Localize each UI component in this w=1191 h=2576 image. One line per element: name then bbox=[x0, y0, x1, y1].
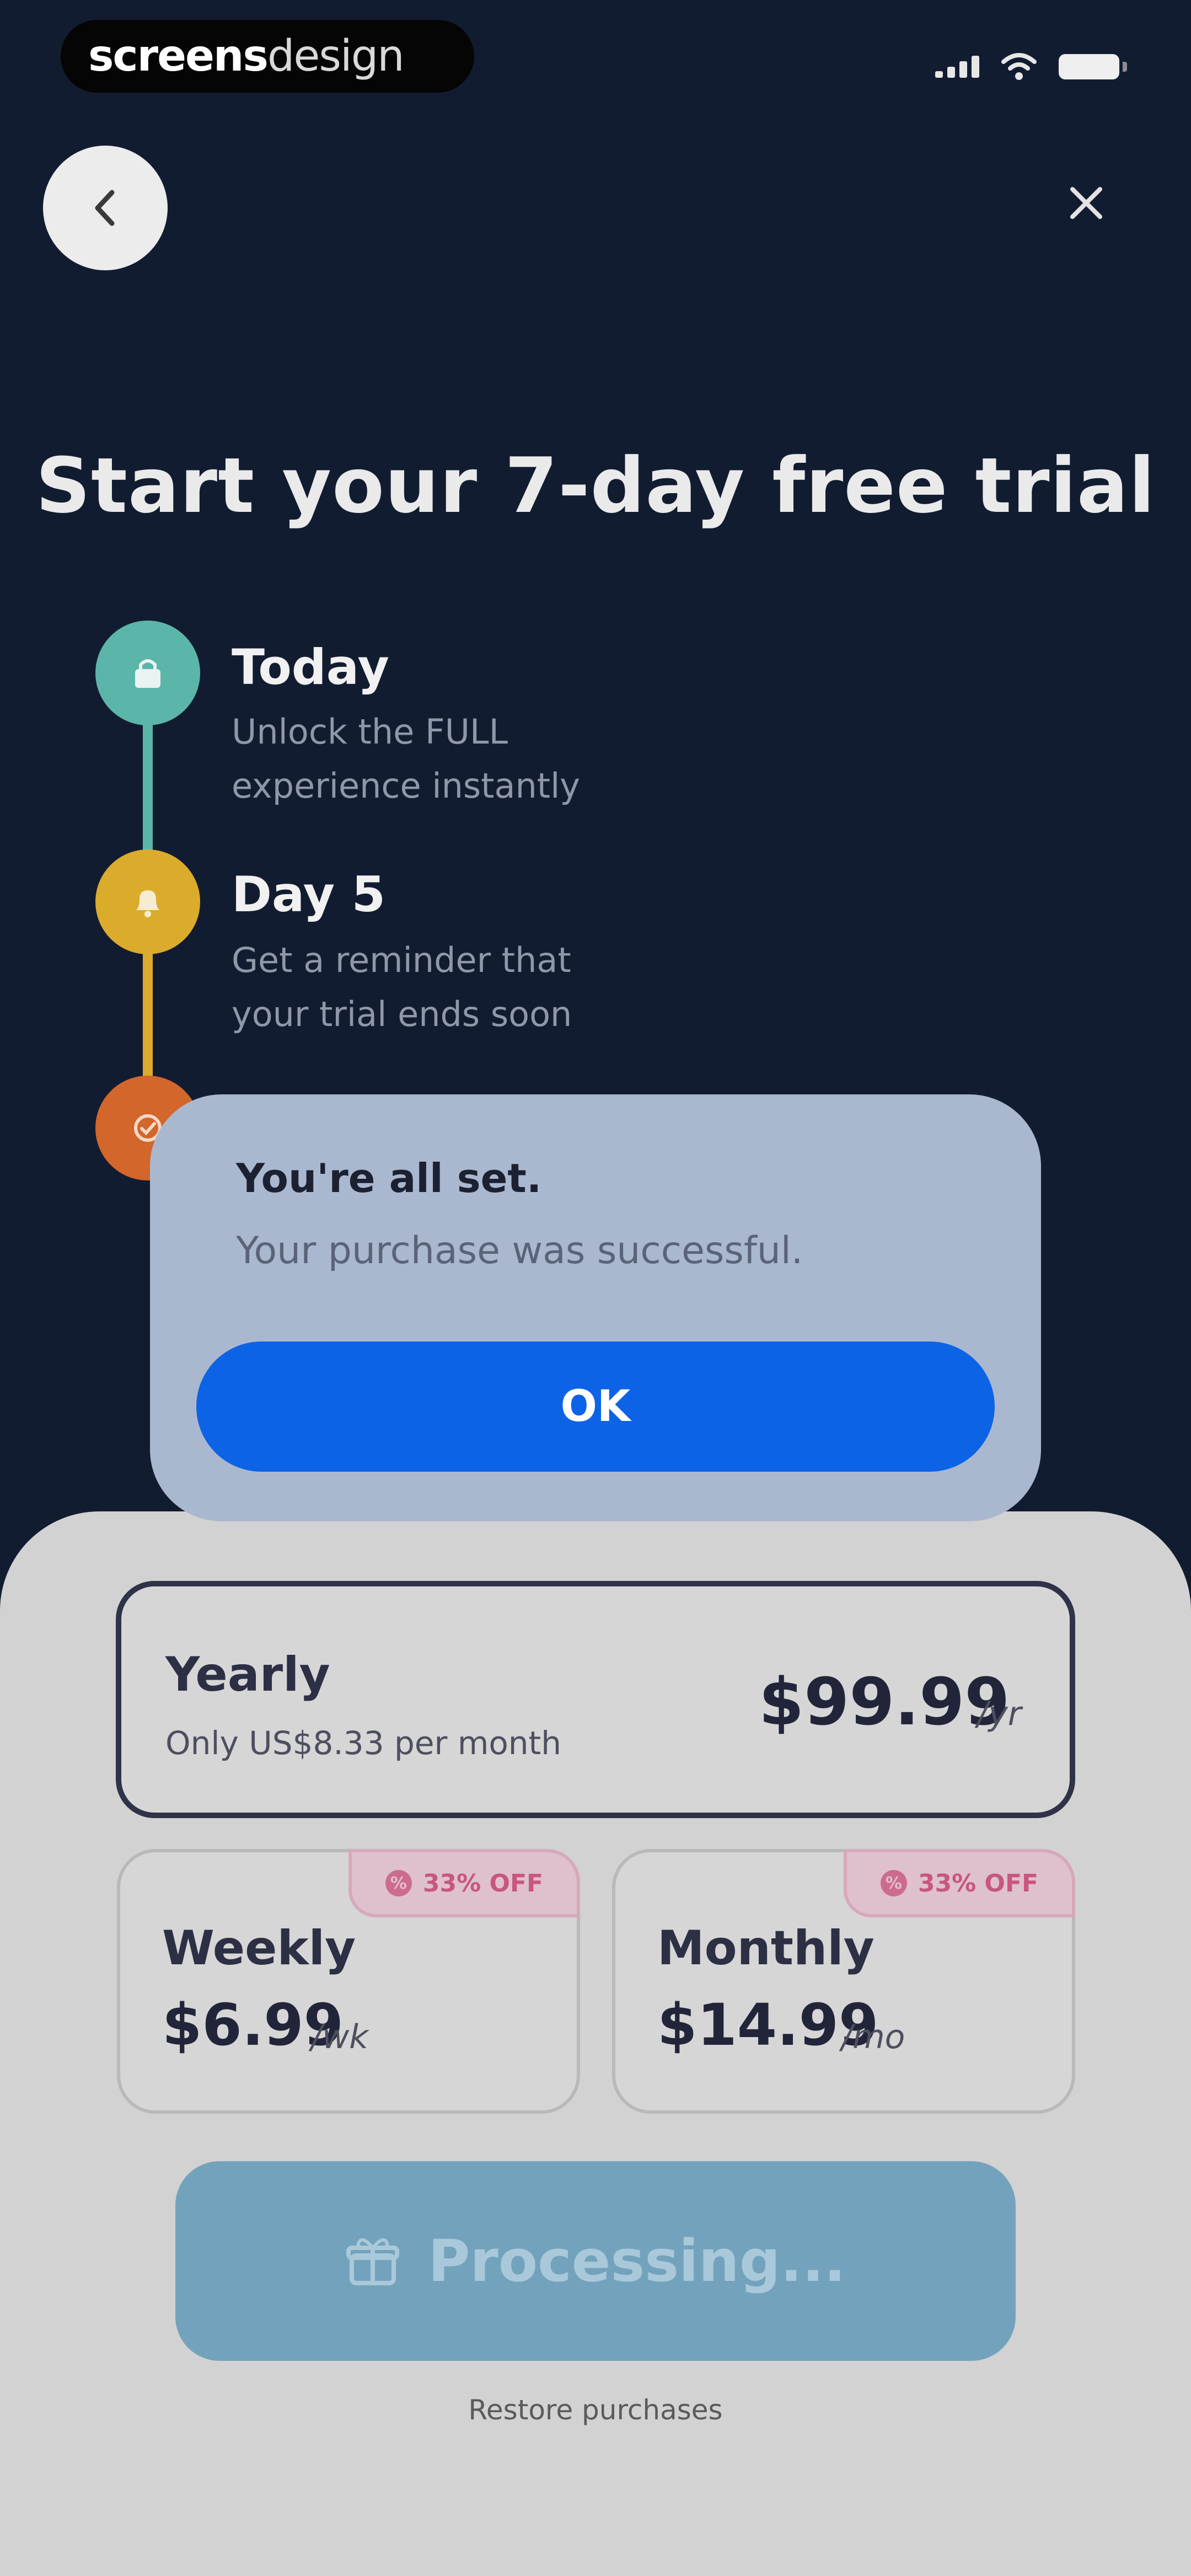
chevron-left-icon bbox=[95, 190, 115, 226]
discount-icon: % bbox=[385, 1870, 412, 1896]
status-bar: screens design bbox=[0, 0, 1191, 116]
badge-label: 33% OFF bbox=[422, 1869, 544, 1898]
plan-card-monthly[interactable]: % 33% OFF Monthly $14.99 /mo bbox=[612, 1849, 1075, 2114]
status-icons bbox=[935, 53, 1127, 81]
plan-name: Weekly bbox=[162, 1921, 356, 1976]
page-title: Start your 7-day free trial bbox=[35, 441, 1156, 530]
ok-button[interactable]: OK bbox=[196, 1342, 995, 1472]
purchase-success-alert: You're all set. Your purchase was succes… bbox=[150, 1094, 1041, 1521]
wifi-icon bbox=[1001, 53, 1037, 80]
timeline-dot-today bbox=[95, 621, 200, 725]
restore-purchases-link[interactable]: Restore purchases bbox=[0, 2394, 1191, 2426]
logo-word-screens: screens bbox=[88, 31, 269, 81]
close-icon bbox=[1070, 187, 1102, 219]
timeline-connector bbox=[143, 949, 153, 1087]
plan-price-unit: /yr bbox=[977, 1695, 1022, 1733]
bell-icon bbox=[136, 890, 159, 917]
plan-price-unit: /mo bbox=[841, 2018, 905, 2056]
brand-logo: screens design bbox=[61, 20, 474, 93]
cellular-signal-icon bbox=[935, 56, 979, 78]
timeline-connector bbox=[143, 723, 153, 861]
plan-subtitle: Only US$8.33 per month bbox=[165, 1724, 562, 1762]
timeline-desc-today: Unlock the FULL experience instantly bbox=[232, 705, 783, 813]
timeline-dot-day5 bbox=[95, 849, 200, 954]
alert-message: Your purchase was successful. bbox=[236, 1229, 803, 1273]
timeline-desc-line: your trial ends soon bbox=[232, 994, 572, 1034]
back-button[interactable] bbox=[43, 146, 168, 270]
timeline-desc-line: Unlock the FULL bbox=[232, 712, 508, 752]
plan-price-unit: /wk bbox=[311, 2018, 369, 2056]
badge-label: 33% OFF bbox=[918, 1869, 1039, 1898]
plan-card-yearly[interactable]: Yearly Only US$8.33 per month $99.99 /yr bbox=[116, 1581, 1075, 1818]
timeline-desc-line: experience instantly bbox=[232, 766, 580, 806]
timeline-desc-day5: Get a reminder that your trial ends soon bbox=[232, 933, 783, 1041]
lock-icon bbox=[135, 659, 160, 688]
logo-word-design: design bbox=[267, 31, 405, 81]
plan-price: $99.99 bbox=[759, 1664, 1010, 1740]
timeline-title-today: Today bbox=[232, 639, 389, 696]
discount-badge: % 33% OFF bbox=[348, 1849, 580, 1917]
close-button[interactable] bbox=[1059, 175, 1114, 231]
timeline-desc-line: Get a reminder that bbox=[232, 940, 571, 980]
battery-icon bbox=[1059, 54, 1127, 79]
plan-name: Yearly bbox=[165, 1647, 330, 1702]
plan-card-weekly[interactable]: % 33% OFF Weekly $6.99 /wk bbox=[117, 1849, 580, 2114]
timeline-title-day5: Day 5 bbox=[232, 866, 385, 923]
gift-icon bbox=[346, 2238, 400, 2285]
alert-title: You're all set. bbox=[236, 1155, 542, 1201]
discount-icon: % bbox=[880, 1870, 907, 1896]
discount-badge: % 33% OFF bbox=[844, 1849, 1075, 1917]
cta-label: Processing... bbox=[428, 2227, 846, 2295]
plan-name: Monthly bbox=[657, 1921, 875, 1976]
processing-button[interactable]: Processing... bbox=[175, 2161, 1016, 2361]
